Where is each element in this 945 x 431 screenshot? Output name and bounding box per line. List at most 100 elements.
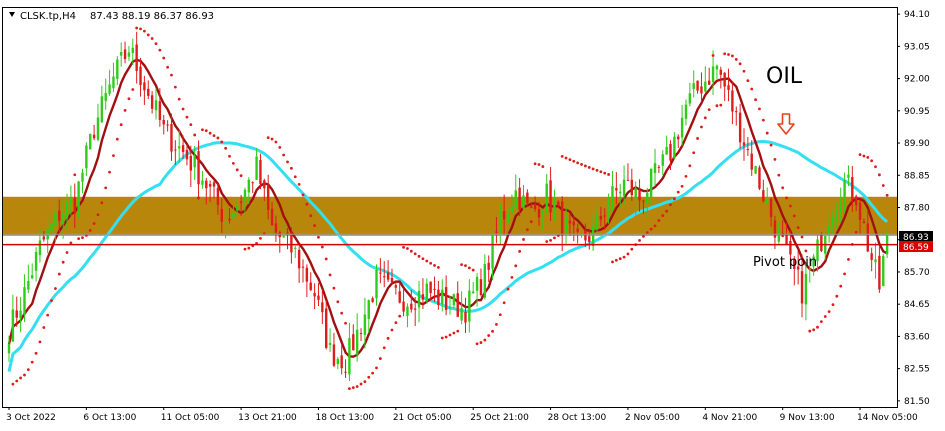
candle-body: [236, 205, 239, 211]
candle-body: [220, 208, 223, 222]
candle-body: [557, 201, 560, 206]
sar-dot: [297, 182, 301, 186]
sar-dot: [46, 313, 50, 317]
candle-body: [386, 272, 390, 280]
sar-dot: [734, 57, 738, 61]
candle-body: [270, 208, 274, 226]
candle-body: [205, 180, 208, 189]
price-chart[interactable]: 94.1093.0592.0090.9589.9088.8587.8086.75…: [0, 0, 945, 427]
sar-dot: [65, 251, 69, 254]
sar-dot: [440, 336, 444, 340]
candle-body: [92, 134, 96, 139]
candle-body: [506, 213, 510, 224]
sar-dot: [800, 235, 804, 239]
sar-dot: [317, 235, 320, 239]
candle-body: [216, 187, 220, 206]
sar-dot: [603, 171, 607, 175]
candle-body: [533, 203, 537, 210]
candle-body: [847, 174, 850, 178]
sar-dot: [758, 107, 761, 111]
candle-body: [197, 151, 200, 185]
candle-body: [375, 269, 378, 299]
candle-body: [742, 142, 746, 146]
sar-dot: [475, 342, 479, 346]
candle-body: [866, 223, 869, 252]
sar-dot: [692, 151, 696, 155]
x-tick-label: 28 Oct 13:00: [548, 413, 607, 423]
sar-dot: [537, 163, 541, 166]
sar-dot: [119, 123, 123, 127]
sar-dot: [413, 252, 417, 256]
candle-body: [65, 201, 69, 218]
x-tick-label: 11 Oct 05:00: [161, 413, 220, 423]
candle-body: [201, 180, 204, 185]
candle-body: [785, 233, 788, 245]
candle-body: [344, 371, 347, 373]
sar-dot: [69, 241, 73, 245]
sar-dot: [146, 33, 150, 37]
sar-dot: [669, 203, 672, 207]
sar-dot: [653, 224, 657, 228]
candle-body: [553, 203, 556, 210]
candle-body: [402, 301, 405, 312]
x-tick-label: 18 Oct 13:00: [315, 413, 374, 423]
sar-dot: [286, 160, 289, 164]
candle-body: [212, 182, 216, 187]
candle-body: [23, 287, 26, 315]
candle-body: [19, 310, 22, 319]
candle-body: [762, 190, 765, 201]
candle-body: [433, 288, 436, 291]
sar-dot: [278, 146, 282, 149]
candle-body: [545, 183, 548, 212]
candle-body: [31, 275, 34, 279]
sar-dot: [626, 252, 630, 256]
sar-dot: [812, 328, 816, 332]
candlestick-chart-svg[interactable]: 94.1093.0592.0090.9589.9088.8587.8086.75…: [0, 0, 945, 427]
candle-body: [522, 195, 525, 209]
candle-body: [483, 263, 487, 298]
candle-body: [247, 179, 251, 193]
x-tick-label: 25 Oct 21:00: [470, 413, 529, 423]
sar-dot: [460, 263, 464, 267]
candle-body: [735, 111, 738, 113]
sar-dot: [456, 329, 460, 333]
sar-dot: [177, 97, 181, 101]
sar-dot: [502, 301, 506, 305]
sar-dot: [661, 214, 665, 218]
candle-body: [15, 310, 18, 318]
candle-body: [502, 211, 506, 220]
candle-body: [367, 300, 370, 319]
candle-body: [630, 179, 634, 196]
sar-dot: [703, 116, 707, 120]
sar-dot: [614, 258, 618, 262]
candle-body: [340, 355, 343, 369]
candle-body: [263, 180, 266, 189]
sar-dot: [885, 193, 889, 197]
candle-body: [135, 44, 138, 71]
candle-body: [665, 146, 668, 155]
candle-body: [174, 149, 177, 151]
sar-dot: [642, 235, 645, 238]
candle-body: [58, 210, 61, 221]
candle-body: [34, 251, 38, 271]
sar-dot: [57, 272, 61, 276]
sar-dot: [595, 168, 599, 172]
sar-dot: [711, 54, 715, 57]
sar-dot: [854, 230, 858, 234]
candle-body: [766, 200, 769, 204]
sar-dot: [761, 118, 765, 122]
sar-dot: [259, 236, 262, 240]
candle-body: [704, 81, 707, 92]
candle-body: [781, 232, 784, 237]
sar-dot: [166, 65, 170, 69]
y-tick-label: 83.60: [904, 332, 930, 342]
candle-body: [646, 192, 649, 204]
sar-dot: [754, 98, 758, 102]
candle: [882, 253, 885, 287]
sar-dot: [220, 140, 224, 144]
candle-body: [224, 222, 227, 224]
sar-dot: [804, 249, 808, 253]
candle-body: [619, 191, 622, 194]
sar-dot: [309, 214, 313, 218]
sar-dot: [781, 186, 785, 190]
